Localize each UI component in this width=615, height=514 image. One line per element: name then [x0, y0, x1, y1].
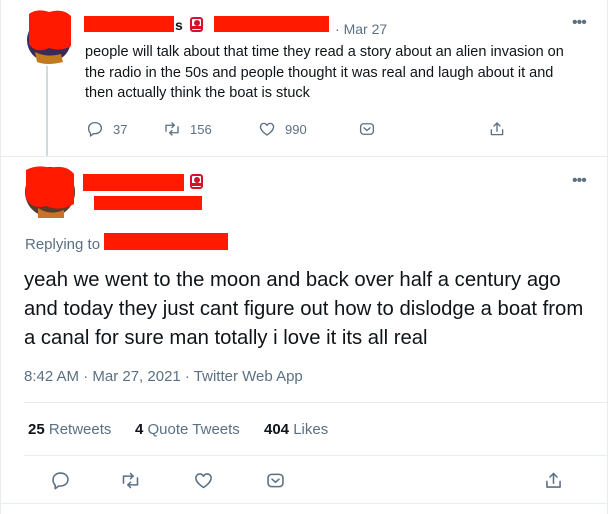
redacted-reply-handle[interactable] — [104, 233, 228, 250]
likes-stat[interactable]: 404 Likes — [264, 421, 328, 438]
tweet-divider — [0, 156, 607, 157]
retweet-button[interactable] — [120, 470, 141, 491]
reply-button[interactable]: 37 — [86, 120, 127, 138]
like-button[interactable]: 990 — [258, 120, 307, 138]
heart-icon — [259, 122, 275, 136]
redacted-display-name — [83, 174, 184, 191]
share-button[interactable] — [488, 120, 506, 138]
replying-to: Replying to — [25, 236, 101, 253]
parent-tweet[interactable]: s · Mar 27 ••• people will talk about th… — [0, 0, 607, 156]
record-badge-icon — [190, 174, 203, 189]
reply-button[interactable] — [50, 470, 71, 491]
display-name-fragment: s — [175, 17, 183, 33]
downvote-icon — [359, 123, 375, 135]
thread-connector — [46, 66, 48, 156]
retweet-icon — [165, 122, 179, 136]
action-bar: 37 156 990 — [0, 120, 607, 142]
downvote-button[interactable] — [265, 470, 286, 491]
like-count: 990 — [285, 121, 307, 137]
reply-icon — [87, 121, 103, 137]
avatar-redacted[interactable] — [27, 8, 72, 66]
quote-tweets-stat[interactable]: 4 Quote Tweets — [135, 421, 240, 438]
like-button[interactable] — [193, 470, 214, 491]
downvote-button[interactable] — [358, 120, 376, 138]
tweet-date[interactable]: · Mar 27 — [335, 21, 387, 37]
share-icon — [490, 122, 504, 136]
stats-divider — [24, 455, 607, 456]
record-badge-icon — [190, 17, 203, 32]
retweet-icon — [122, 472, 139, 489]
more-horizontal-icon[interactable]: ••• — [572, 14, 587, 32]
reply-icon — [52, 472, 69, 490]
share-icon — [546, 472, 561, 488]
meta-divider — [24, 402, 607, 403]
frame-border-right — [607, 0, 608, 514]
avatar-redacted[interactable] — [24, 164, 76, 218]
tweet-timestamp[interactable]: 8:42 AM · Mar 27, 2021 · Twitter Web App — [24, 368, 303, 385]
tweet-text: people will talk about that time they re… — [85, 44, 564, 101]
retweet-button[interactable]: 156 — [163, 120, 212, 138]
retweets-stat[interactable]: 25 Retweets — [28, 421, 111, 438]
downvote-icon — [267, 473, 284, 488]
bottom-divider — [0, 503, 607, 504]
heart-icon — [195, 473, 212, 489]
reply-count: 37 — [113, 121, 128, 137]
retweet-count: 156 — [190, 121, 212, 137]
main-action-bar — [0, 470, 607, 492]
share-button[interactable] — [543, 470, 564, 491]
more-horizontal-icon[interactable]: ••• — [572, 172, 587, 190]
redacted-display-name — [84, 16, 174, 32]
redacted-handle — [94, 196, 202, 210]
redacted-handle — [214, 16, 329, 32]
main-tweet-text: yeah we went to the moon and back over h… — [24, 269, 584, 349]
